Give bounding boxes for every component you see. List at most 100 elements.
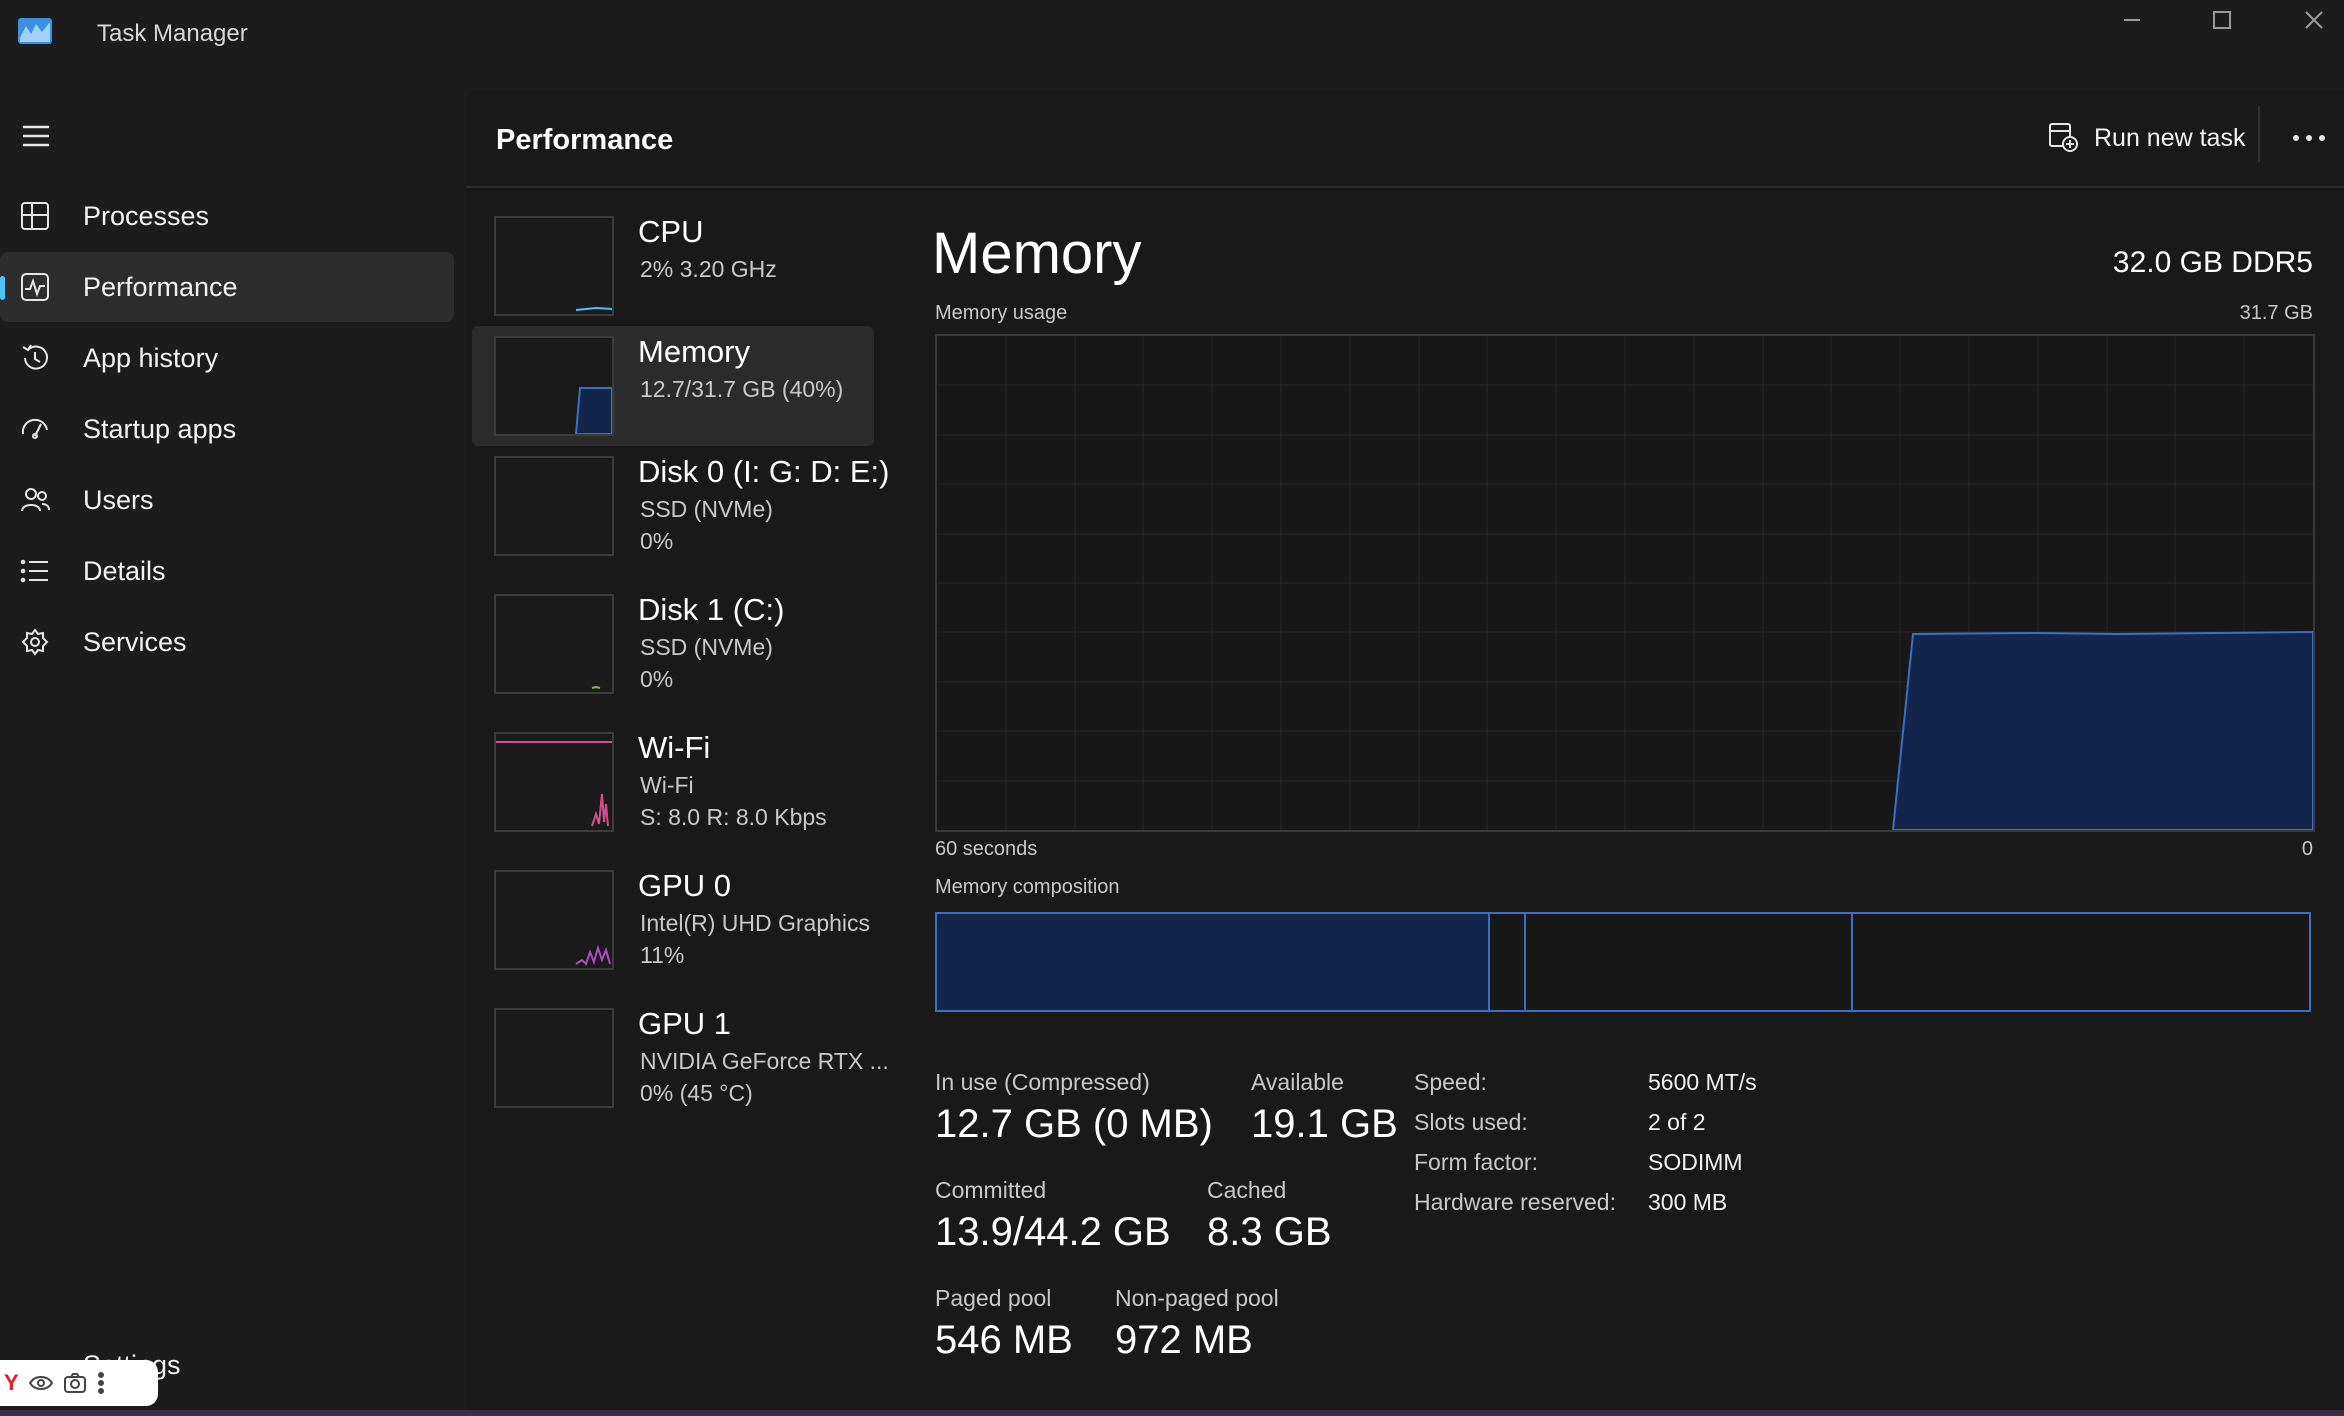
main-panel: Performance Run new task CPU 2% 3.20 GHz… [466,90,2344,1416]
hamburger-icon[interactable] [14,116,58,156]
gpu-1-thumbnail-graph [494,1008,614,1108]
paged-pool-value: 546 MB [935,1318,1073,1362]
brand-y-icon[interactable]: Y [4,1370,19,1396]
sidebar-item-app-history[interactable]: App history [0,323,454,393]
sidebar-item-performance[interactable]: Performance [0,252,454,322]
gpu-0-thumbnail-graph [494,870,614,970]
run-task-icon [2049,123,2078,152]
memory-composition-label: Memory composition [935,876,1120,898]
non-paged-pool-label: Non-paged pool [1115,1285,1279,1311]
processes-icon [18,199,52,233]
more-options-icon[interactable] [2286,118,2332,158]
resource-name: CPU [638,214,704,249]
resource-name: GPU 1 [638,1006,732,1041]
form-factor-value: SODIMM [1648,1149,1743,1175]
cached-value: 8.3 GB [1207,1210,1332,1254]
maximize-icon[interactable] [2176,0,2268,40]
taskbar-edge [0,1410,2344,1416]
in-use-label: In use (Compressed) [935,1069,1150,1095]
header-separator [2258,106,2260,162]
sidebar-item-users[interactable]: Users [0,465,454,535]
slots-used-label: Slots used: [1414,1109,1528,1135]
resource-detail: Intel(R) UHD Graphics [640,910,871,936]
floating-toolbar: Y [0,1360,158,1406]
resource-item-disk-1[interactable]: Disk 1 (C:) SSD (NVMe) 0% [472,584,874,704]
resource-usage: 0% [640,528,674,554]
memory-spec: 32.0 GB DDR5 [2112,246,2313,279]
history-icon [18,341,52,375]
in-use-value: 12.7 GB (0 MB) [935,1102,1213,1146]
header-bar: Performance Run new task [466,90,2344,188]
resource-item-cpu[interactable]: CPU 2% 3.20 GHz [472,206,874,326]
page-title: Performance [496,124,674,156]
camera-icon[interactable] [63,1372,87,1394]
memory-thumbnail-graph [494,336,614,436]
resource-name: Wi-Fi [638,730,711,765]
title-bar: Task Manager [0,0,2344,80]
performance-icon [18,270,52,304]
resource-detail: SSD (NVMe) [640,496,773,522]
speed-value: 5600 MT/s [1648,1069,1757,1095]
wifi-thumbnail-graph [494,732,614,832]
resource-item-gpu-0[interactable]: GPU 0 Intel(R) UHD Graphics 11% [472,860,874,980]
memory-usage-max: 31.7 GB [2239,302,2313,324]
resource-name: Memory [638,334,750,369]
detail-title: Memory [932,221,1142,286]
resource-detail: SSD (NVMe) [640,634,773,660]
memory-usage-label: Memory usage [935,302,1068,324]
available-value: 19.1 GB [1251,1102,1398,1146]
run-new-task-label: Run new task [2094,123,2246,152]
resource-name: Disk 0 (I: G: D: E:) [638,454,890,489]
speed-label: Speed: [1414,1069,1487,1095]
paged-pool-label: Paged pool [935,1285,1052,1311]
task-manager-app-icon [18,18,52,44]
resource-item-disk-0[interactable]: Disk 0 (I: G: D: E:) SSD (NVMe) 0% [472,446,889,566]
disk-0-thumbnail-graph [494,456,614,556]
memory-usage-graph [935,334,2315,832]
details-icon [18,554,52,588]
available-label: Available [1251,1069,1344,1095]
cpu-thumbnail-graph [494,216,614,316]
minimize-icon[interactable] [2086,0,2178,40]
hardware-reserved-label: Hardware reserved: [1414,1189,1616,1215]
eye-icon[interactable] [28,1375,53,1391]
resource-name: GPU 0 [638,868,732,903]
resource-item-memory[interactable]: Memory 12.7/31.7 GB (40%) [472,326,874,446]
window-title: Task Manager [97,20,248,47]
sidebar-item-label: Startup apps [83,413,237,444]
sidebar-item-services[interactable]: Services [0,607,454,677]
resource-detail: 12.7/31.7 GB (40%) [640,376,844,402]
graph-time-right: 0 [2301,838,2313,860]
hardware-reserved-value: 300 MB [1648,1189,1728,1215]
sidebar-item-startup-apps[interactable]: Startup apps [0,394,454,464]
close-icon[interactable] [2268,0,2344,40]
sidebar-item-label: App history [83,342,219,373]
sidebar-item-label: Services [83,626,187,657]
disk-1-thumbnail-graph [494,594,614,694]
committed-value: 13.9/44.2 GB [935,1210,1171,1254]
services-icon [18,625,52,659]
sidebar-item-label: Performance [83,271,238,302]
resource-detail: Wi-Fi [640,772,694,798]
resource-detail: 2% 3.20 GHz [640,256,777,282]
resource-detail: NVIDIA GeForce RTX ... [640,1048,889,1074]
startup-icon [18,412,52,446]
resource-usage: 0% [640,666,674,692]
resource-item-wifi[interactable]: Wi-Fi Wi-Fi S: 8.0 R: 8.0 Kbps [472,722,874,842]
sidebar-item-processes[interactable]: Processes [0,181,454,251]
resource-usage: S: 8.0 R: 8.0 Kbps [640,804,827,830]
resource-item-gpu-1[interactable]: GPU 1 NVIDIA GeForce RTX ... 0% (45 °C) [472,998,889,1118]
sidebar-item-details[interactable]: Details [0,536,454,606]
resource-name: Disk 1 (C:) [638,592,785,627]
kebab-menu-icon[interactable] [97,1372,105,1394]
slots-used-value: 2 of 2 [1648,1109,1706,1135]
run-new-task-button[interactable]: Run new task [2036,112,2257,164]
non-paged-pool-value: 972 MB [1115,1318,1253,1362]
sidebar-item-label: Processes [83,200,210,231]
memory-composition-bar [935,912,2311,1012]
form-factor-label: Form factor: [1414,1149,1538,1175]
graph-time-left: 60 seconds [935,838,1038,860]
cached-label: Cached [1207,1177,1287,1203]
sidebar-item-label: Details [83,555,166,586]
resource-usage: 0% (45 °C) [640,1080,753,1106]
